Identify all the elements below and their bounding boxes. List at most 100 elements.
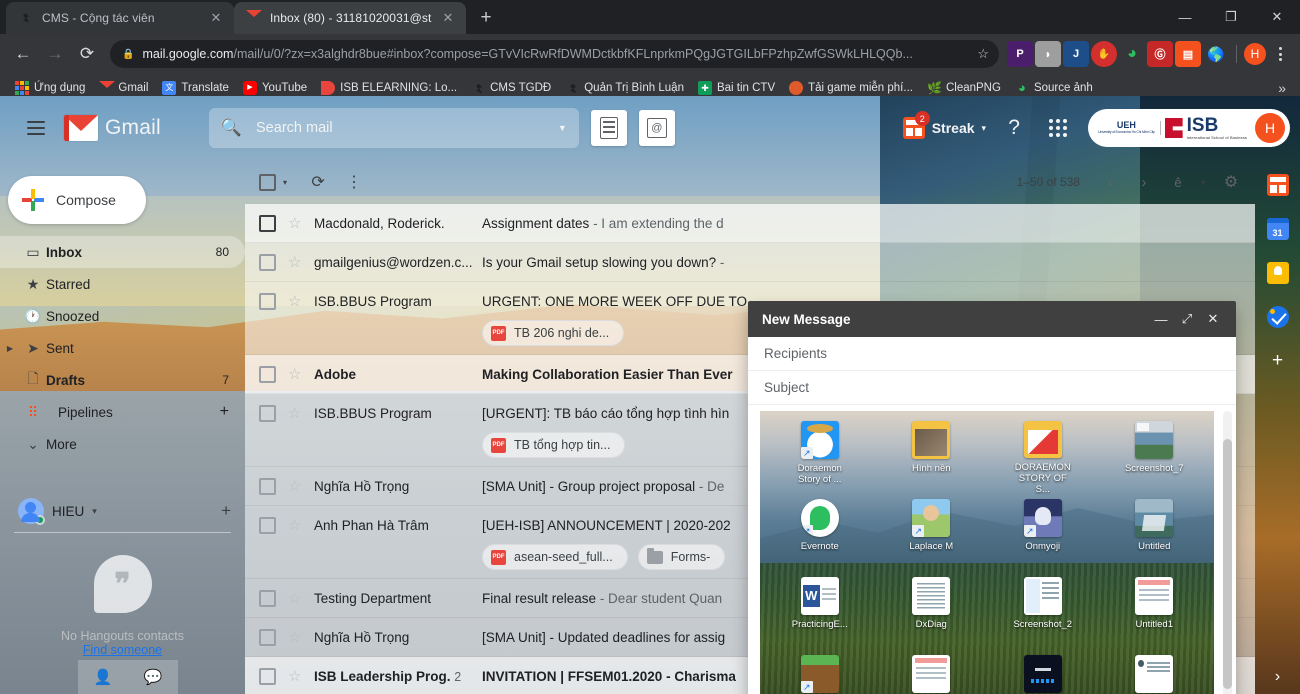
attachment-chip[interactable]: PDF TB 206 nghi de... (482, 320, 624, 346)
bookmark-source-anh[interactable]: ◕ Source ảnh (1008, 78, 1100, 98)
row-checkbox[interactable] (259, 668, 276, 685)
star-icon[interactable]: ☆ (288, 477, 314, 495)
reload-icon[interactable]: ⟳ (72, 39, 102, 69)
avatar[interactable]: H (1255, 113, 1285, 143)
browser-tab-cms[interactable]: CMS - Cộng tác viên ✕ (6, 2, 234, 34)
attachment-chip[interactable]: PDF asean-seed_full... (482, 544, 628, 570)
sidebar-item-snoozed[interactable]: 🕐 Snoozed (0, 300, 245, 332)
row-checkbox[interactable] (259, 590, 276, 607)
mail-merge-icon[interactable]: @ (639, 110, 675, 146)
desktop-item[interactable]: Untitled1 (1099, 573, 1211, 651)
address-bar[interactable]: 🔒 mail.google.com/mail/u/0/?zx=x3alghdr8… (110, 40, 999, 68)
bookmark-cleanpng[interactable]: 🌿 CleanPNG (920, 78, 1008, 98)
close-icon[interactable]: ✕ (440, 10, 456, 26)
forward-icon[interactable]: → (40, 39, 70, 69)
sidebar-item-sent[interactable]: ▶ ➤ Sent (0, 332, 245, 364)
star-icon[interactable]: ☆ (288, 365, 314, 383)
row-checkbox[interactable] (259, 478, 276, 495)
sidebar-item-inbox[interactable]: ▭ Inbox 80 (0, 236, 245, 268)
desktop-item[interactable]: ↗ Doraemon Story of ... (764, 417, 876, 495)
expand-rail-icon[interactable]: › (1275, 668, 1280, 686)
sidebar-item-add[interactable]: + (220, 403, 229, 421)
sheets-quick-icon[interactable] (591, 110, 627, 146)
profile-avatar[interactable]: H (1244, 43, 1266, 65)
expand-icon[interactable]: ⤢ (1174, 306, 1200, 332)
gmail-logo[interactable]: Gmail (64, 115, 161, 141)
star-icon[interactable]: ☆ (288, 628, 314, 646)
refresh-icon[interactable]: ⟳ (301, 165, 335, 199)
hamburger-menu-icon[interactable] (12, 104, 60, 152)
star-icon[interactable]: ☆ (288, 589, 314, 607)
expand-arrow-icon[interactable]: ▶ (0, 344, 20, 353)
compose-body-scrollbar-thumb[interactable] (1223, 439, 1232, 689)
bookmark-gmail[interactable]: Gmail (92, 78, 155, 98)
conversations-tab[interactable]: 💬 (128, 660, 178, 694)
row-checkbox[interactable] (259, 215, 276, 232)
bookmarks-overflow-icon[interactable]: » (1272, 80, 1292, 96)
desktop-item[interactable]: Screenshot_3 (987, 651, 1099, 694)
minimize-icon[interactable]: — (1162, 0, 1208, 34)
bookmark-tai-game[interactable]: Tải game miễn phí... (782, 78, 920, 98)
select-all-checkbox[interactable] (259, 174, 276, 191)
sidebar-item-drafts[interactable]: 🗋 Drafts 7 (0, 364, 245, 396)
compose-body[interactable]: ↗ Doraemon Story of ... Hình nền DORAEMO… (748, 405, 1236, 694)
bookmark-cms-tgdd[interactable]: CMS TGDĐ (464, 78, 558, 98)
close-window-icon[interactable]: ✕ (1254, 0, 1300, 34)
desktop-item[interactable]: PracticingE... (764, 573, 876, 651)
new-tab-button[interactable]: + (472, 4, 500, 32)
table-row[interactable]: ☆ Macdonald, Roderick. Assignment dates … (245, 204, 1255, 243)
search-input[interactable]: 🔍 Search mail ▼ (209, 108, 579, 148)
compose-header[interactable]: New Message — ⤢ ✕ (748, 301, 1236, 337)
recipients-field[interactable]: Recipients (748, 337, 1236, 371)
google-tasks-icon[interactable] (1267, 306, 1289, 328)
bookmark-quan-tri-binh-luan[interactable]: Quản Trị Bình Luận (558, 78, 691, 98)
row-checkbox[interactable] (259, 629, 276, 646)
jdownloader-extension-icon[interactable]: J (1063, 41, 1089, 67)
more-vertical-icon[interactable]: ⋮ (337, 165, 371, 199)
bookmark-translate[interactable]: 文 Translate (155, 78, 236, 98)
idm-extension-icon[interactable]: 🌎 (1203, 41, 1229, 67)
star-icon[interactable]: ☆ (288, 214, 314, 232)
row-checkbox[interactable] (259, 293, 276, 310)
sidebar-item-more[interactable]: ⌄ More (0, 428, 245, 460)
bookmark-star-icon[interactable]: ☆ (977, 46, 989, 62)
chat-extension-icon[interactable]: ◗ (1035, 41, 1061, 67)
chevron-down-icon[interactable]: ▼ (558, 123, 567, 133)
streak-extension-icon[interactable]: ▤ (1175, 41, 1201, 67)
next-page-icon[interactable]: › (1128, 166, 1160, 198)
google-keep-icon[interactable] (1267, 262, 1289, 284)
input-tools-caret-icon[interactable]: ▾ (1201, 178, 1205, 187)
account-chip[interactable]: UEHUniversity of Economics Ho Chi Minh C… (1088, 109, 1290, 147)
table-row[interactable]: ☆ gmailgenius@wordzen.c... Is your Gmail… (245, 243, 1255, 282)
desktop-item[interactable]: Screenshot_2 (987, 573, 1099, 651)
close-icon[interactable]: ✕ (1200, 306, 1226, 332)
contacts-tab[interactable]: 👤 (78, 660, 128, 694)
find-someone-link[interactable]: Find someone (0, 643, 245, 657)
desktop-item[interactable]: Untitled3 (1099, 651, 1211, 694)
streak-rail-icon[interactable] (1267, 174, 1289, 196)
row-checkbox[interactable] (259, 405, 276, 422)
compose-button[interactable]: Compose (8, 176, 146, 224)
chevron-down-icon[interactable]: ▾ (982, 123, 987, 134)
evernote-extension-icon[interactable]: ◕ (1119, 41, 1145, 67)
new-conversation-icon[interactable]: + (221, 501, 231, 521)
desktop-item[interactable]: ↗ Evernote (764, 495, 876, 573)
minimize-icon[interactable]: — (1148, 306, 1174, 332)
row-checkbox[interactable] (259, 366, 276, 383)
sidebar-item-starred[interactable]: ★ Starred (0, 268, 245, 300)
add-addon-icon[interactable]: + (1272, 350, 1283, 372)
desktop-item[interactable]: DORAEMON STORY OF S... (987, 417, 1099, 495)
desktop-item[interactable]: Untitled (1099, 495, 1211, 573)
google-calendar-icon[interactable]: 31 (1267, 218, 1289, 240)
kebab-menu-icon[interactable] (1268, 42, 1292, 66)
attachment-chip[interactable]: PDF TB tổng hợp tin... (482, 432, 625, 458)
desktop-item[interactable]: ↗ Laplace M (876, 495, 988, 573)
desktop-item[interactable]: huong-dan... (876, 651, 988, 694)
attachment-chip[interactable]: Forms- (638, 544, 726, 570)
browser-tab-gmail[interactable]: Inbox (80) - 31181020031@stude ✕ (234, 2, 466, 34)
google-apps-icon[interactable] (1038, 108, 1078, 148)
adblock-extension-icon[interactable]: ✋ (1091, 41, 1117, 67)
bookmark-youtube[interactable]: ▶ YouTube (236, 78, 314, 98)
desktop-item[interactable]: ↗ Minecraft (764, 651, 876, 694)
select-all-caret-icon[interactable]: ▾ (283, 178, 287, 187)
